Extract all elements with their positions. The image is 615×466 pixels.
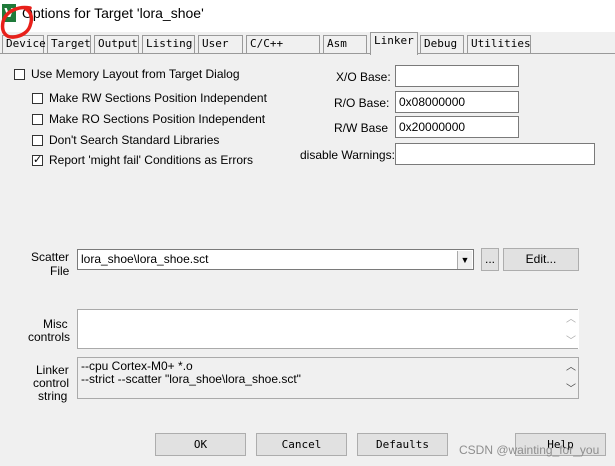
linker-string-label-line3: string bbox=[38, 389, 68, 403]
cancel-button[interactable]: Cancel bbox=[256, 433, 347, 456]
misc-label-line2: controls bbox=[28, 330, 71, 344]
scatter-edit-button[interactable]: Edit... bbox=[503, 248, 579, 271]
rw-base-label: R/W Base bbox=[334, 121, 389, 135]
tab-asm[interactable]: Asm bbox=[323, 35, 367, 53]
csdn-watermark: CSDN @wainting_for_you bbox=[459, 443, 600, 457]
misc-label-line1: Misc bbox=[43, 317, 68, 331]
ro-position-independent-label: Make RO Sections Position Independent bbox=[49, 112, 266, 126]
defaults-button[interactable]: Defaults bbox=[357, 433, 448, 456]
tab-user[interactable]: User bbox=[198, 35, 243, 53]
linker-control-string-box[interactable]: --cpu Cortex-M0+ *.o --strict --scatter … bbox=[77, 357, 579, 399]
tab-linker[interactable]: Linker bbox=[370, 32, 418, 55]
scroll-up-icon[interactable]: ︿ bbox=[566, 358, 576, 373]
ok-button[interactable]: OK bbox=[155, 433, 246, 456]
scatter-label-line1: Scatter bbox=[31, 250, 70, 264]
tab-debug[interactable]: Debug bbox=[420, 35, 464, 53]
linker-string-line2: --strict --scatter "lora_shoe\lora_shoe.… bbox=[81, 372, 301, 386]
disable-warnings-label: disable Warnings: bbox=[300, 148, 395, 162]
misc-controls-scrollbar[interactable]: ︿ ﹀ bbox=[563, 310, 578, 348]
title-bar: V Options for Target 'lora_shoe' bbox=[0, 0, 615, 30]
scatter-file-combo[interactable]: lora_shoe\lora_shoe.sct ▼ bbox=[77, 249, 474, 270]
disable-warnings-input[interactable] bbox=[395, 143, 595, 165]
option-ro-position-independent[interactable]: Make RO Sections Position Independent bbox=[32, 111, 265, 127]
scroll-down-icon[interactable]: ﹀ bbox=[566, 332, 576, 347]
use-memory-layout-label: Use Memory Layout from Target Dialog bbox=[31, 67, 240, 81]
ro-base-input[interactable]: 0x08000000 bbox=[395, 91, 519, 113]
option-rw-position-independent[interactable]: Make RW Sections Position Independent bbox=[32, 90, 267, 106]
rw-position-independent-label: Make RW Sections Position Independent bbox=[49, 91, 267, 105]
linker-panel: Use Memory Layout from Target Dialog Mak… bbox=[0, 54, 615, 428]
tab-target[interactable]: Target bbox=[47, 35, 91, 53]
scroll-up-icon[interactable]: ︿ bbox=[566, 310, 576, 325]
ro-position-independent-checkbox[interactable] bbox=[32, 113, 43, 125]
report-might-fail-checkbox[interactable] bbox=[32, 153, 43, 166]
dont-search-std-libs-checkbox[interactable] bbox=[32, 134, 43, 146]
window-title: Options for Target 'lora_shoe' bbox=[22, 5, 204, 21]
misc-scrollbar[interactable] bbox=[578, 309, 579, 349]
tab-listing[interactable]: Listing bbox=[142, 35, 195, 53]
tab-utilities[interactable]: Utilities bbox=[467, 35, 531, 53]
rw-base-input[interactable]: 0x20000000 bbox=[395, 116, 519, 138]
linker-string-scrollbar[interactable]: ︿ ﹀ bbox=[563, 358, 578, 398]
option-dont-search-std-libs[interactable]: Don't Search Standard Libraries bbox=[32, 132, 219, 148]
scatter-file-value: lora_shoe\lora_shoe.sct bbox=[81, 252, 209, 266]
red-annotation-circle bbox=[0, 5, 34, 39]
chevron-down-icon[interactable]: ▼ bbox=[457, 251, 472, 269]
linker-string-label-line1: Linker bbox=[36, 363, 69, 377]
option-report-might-fail[interactable]: Report 'might fail' Conditions as Errors bbox=[32, 152, 253, 168]
ro-base-label: R/O Base: bbox=[334, 96, 390, 110]
xo-base-label: X/O Base: bbox=[336, 70, 391, 84]
option-use-memory-layout[interactable]: Use Memory Layout from Target Dialog bbox=[14, 66, 240, 82]
tab-strip: Device Target Output Listing User C/C++ … bbox=[0, 32, 615, 66]
linker-string-label-line2: control bbox=[33, 376, 70, 390]
report-might-fail-label: Report 'might fail' Conditions as Errors bbox=[49, 153, 253, 167]
scatter-label-line2: File bbox=[50, 264, 70, 278]
tab-c-cpp-ac6[interactable]: C/C++ (AC6) bbox=[246, 35, 320, 66]
dont-search-std-libs-label: Don't Search Standard Libraries bbox=[49, 133, 220, 147]
scatter-browse-button[interactable]: ... bbox=[481, 248, 499, 271]
misc-controls-textarea[interactable] bbox=[77, 309, 579, 349]
xo-base-input[interactable] bbox=[395, 65, 519, 87]
tab-output[interactable]: Output bbox=[94, 35, 139, 53]
scroll-down-icon[interactable]: ﹀ bbox=[566, 380, 576, 395]
rw-position-independent-checkbox[interactable] bbox=[32, 92, 43, 104]
